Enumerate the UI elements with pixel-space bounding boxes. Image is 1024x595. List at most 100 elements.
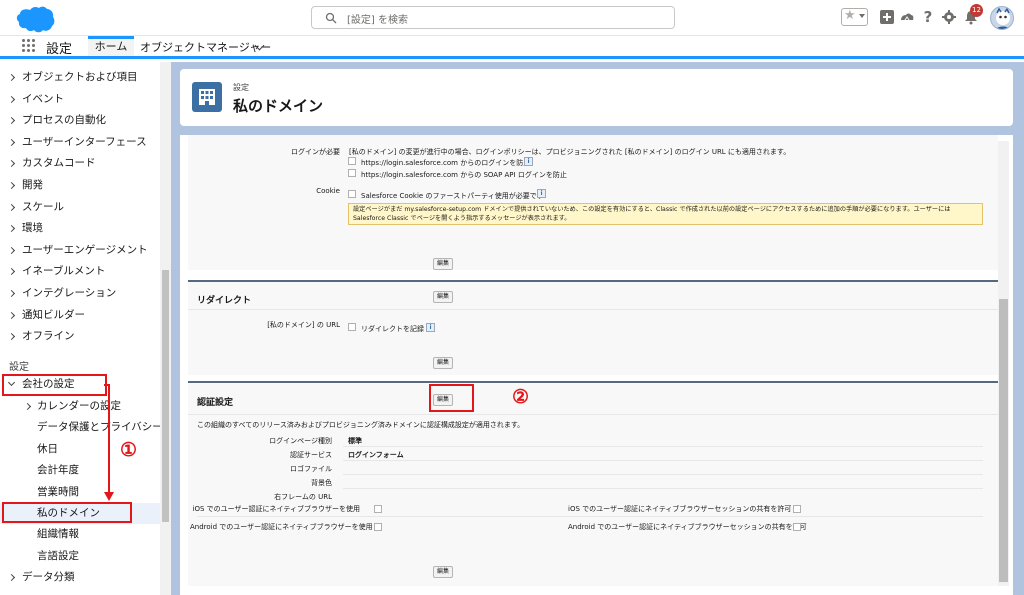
add-icon[interactable] — [879, 9, 895, 25]
chevron-right-icon — [7, 181, 16, 190]
app-name: 設定 — [46, 42, 73, 57]
sidebar-item-label: データ分類 — [22, 571, 75, 583]
login-required-desc: [私のドメイン] の変更が進行中の場合、ログインポリシーは、プロビジョニングされ… — [349, 148, 791, 156]
prevent-soap-label: https://login.salesforce.com からの SOAP AP… — [361, 171, 567, 179]
tab-home[interactable]: ホーム — [88, 36, 134, 56]
sidebar-item-label: ユーザーインターフェース — [22, 135, 147, 148]
sidebar-item[interactable]: 開発 — [0, 175, 160, 196]
settings-panel: ログインが必要 [私のドメイン] の変更が進行中の場合、ログインポリシーは、プロ… — [180, 135, 1013, 595]
panel-scrollbar[interactable] — [998, 141, 1009, 586]
login-required-label: ログインが必要 — [291, 148, 340, 156]
prevent-login-checkbox[interactable] — [348, 157, 356, 165]
android-session-checkbox[interactable] — [793, 523, 801, 531]
sidebar-item-label: 通知ビルダー — [22, 308, 85, 321]
avatar[interactable] — [990, 6, 1014, 30]
annotation-marker-1: ① — [120, 439, 138, 461]
info-icon[interactable]: i — [426, 323, 435, 332]
sidebar-item[interactable]: イネーブルメント — [0, 261, 160, 282]
prevent-login-label: https://login.salesforce.com からのログインを防止 — [361, 159, 531, 167]
info-icon[interactable]: i — [524, 157, 533, 166]
redirect-section: リダイレクト 編集 [私のドメイン] の URL リダイレクトを記録 i 編集 — [188, 280, 998, 375]
prevent-soap-checkbox[interactable] — [348, 169, 356, 177]
app-navigation-bar: 設定 ホーム オブジェクトマネージャー — [0, 36, 1024, 59]
search-icon — [325, 12, 337, 24]
auth-title: 認証設定 — [197, 398, 234, 408]
sidebar-item[interactable]: プロセスの自動化 — [0, 110, 160, 131]
sidebar-item-label: 休日 — [37, 442, 58, 455]
scrollbar-thumb[interactable] — [999, 299, 1008, 582]
cookie-label: Cookie — [316, 187, 340, 195]
sidebar-item-label: スケール — [22, 200, 64, 213]
sidebar-item[interactable]: イベント — [0, 89, 160, 110]
divider — [188, 414, 998, 415]
gear-icon[interactable] — [941, 9, 957, 25]
divider — [343, 446, 983, 447]
cookie-option-label: Salesforce Cookie のファーストパーティ使用が必要です — [361, 192, 544, 200]
sidebar-item-data-classification[interactable]: データ分類 — [0, 567, 160, 588]
sidebar-scrollbar[interactable] — [160, 62, 171, 595]
sidebar-section-label: 設定 — [9, 362, 29, 373]
sidebar-item[interactable]: 通知ビルダー — [0, 305, 160, 326]
sidebar-item-label: 言語設定 — [37, 549, 79, 562]
sidebar-item[interactable]: スケール — [0, 197, 160, 218]
chevron-right-icon — [7, 117, 16, 125]
sidebar-subitem[interactable]: 言語設定 — [0, 546, 160, 567]
sidebar-item[interactable]: オフライン — [0, 326, 160, 347]
cookie-checkbox[interactable] — [348, 190, 356, 198]
sidebar-item-label: 営業時間 — [37, 485, 79, 498]
help-icon[interactable]: ? — [920, 9, 936, 25]
trailhead-icon[interactable] — [899, 9, 915, 25]
sidebar-subitem[interactable]: 組織情報 — [0, 524, 160, 545]
sidebar-item[interactable]: ユーザーインターフェース — [0, 132, 160, 153]
sidebar-item[interactable]: カスタムコード — [0, 153, 160, 174]
info-icon[interactable]: i — [537, 189, 546, 198]
search-placeholder: [設定] を検索 — [347, 15, 408, 26]
sidebar-subitem[interactable]: データ保護とプライバシー — [0, 417, 163, 438]
chevron-right-icon — [7, 225, 16, 233]
app-launcher-icon[interactable] — [22, 39, 36, 53]
favorites-button[interactable]: ★ — [841, 8, 868, 26]
sidebar-subitem[interactable]: カレンダーの設定 — [0, 396, 160, 417]
android-browser-checkbox[interactable] — [374, 523, 382, 531]
ios-session-checkbox[interactable] — [793, 505, 801, 513]
auth-description: この組織のすべてのリリース済みおよびプロビジョニング済みドメインに認証構成設定が… — [197, 421, 525, 429]
policies-edit-button[interactable]: 編集 — [433, 258, 453, 270]
field-value: 標準 — [348, 437, 362, 445]
scrollbar-thumb[interactable] — [162, 270, 169, 522]
ios-browser-checkbox[interactable] — [374, 505, 382, 513]
sidebar-item[interactable]: インテグレーション — [0, 283, 160, 304]
sidebar-item[interactable]: 環境 — [0, 218, 160, 239]
divider — [188, 309, 998, 310]
salesforce-cloud-logo[interactable] — [12, 5, 56, 33]
android-browser-label: Android でのユーザー認証にネイティブブラウザーを使用 — [190, 523, 373, 531]
divider — [343, 460, 983, 461]
ios-browser-label: iOS でのユーザー認証にネイティブブラウザーを使用 — [192, 505, 360, 513]
sidebar-item[interactable]: オブジェクトおよび項目 — [0, 67, 160, 88]
global-search-input[interactable]: [設定] を検索 — [311, 6, 675, 29]
tab-object-manager[interactable]: オブジェクトマネージャー — [140, 39, 271, 55]
sidebar-item-label: カスタムコード — [22, 157, 96, 170]
sidebar-subitem[interactable]: 営業時間 — [0, 482, 160, 503]
log-redirect-label: リダイレクトを記録 — [361, 325, 424, 333]
annotation-highlight-auth-edit — [429, 384, 474, 412]
sidebar-subitem[interactable]: 会計年度 — [0, 460, 160, 481]
sidebar-item-label: オフライン — [22, 330, 75, 343]
breadcrumb: 設定 — [233, 83, 249, 92]
annotation-highlight-company-settings — [2, 374, 107, 396]
annotation-arrow-head — [104, 492, 114, 501]
sidebar-item[interactable]: ユーザーエンゲージメント — [0, 240, 160, 261]
redirect-edit-button[interactable]: 編集 — [433, 291, 453, 303]
redirect-edit-bottom-button[interactable]: 編集 — [433, 357, 453, 369]
annotation-highlight-my-domain — [2, 502, 132, 523]
chevron-right-icon — [7, 311, 16, 319]
warning-message: 設定ページがまだ my.salesforce-setup.com ドメインで提供… — [348, 203, 983, 225]
field-value: ログインフォーム — [348, 451, 404, 459]
log-redirect-checkbox[interactable] — [348, 323, 356, 331]
page-title: 私のドメイン — [233, 97, 324, 115]
field-label: 認証サービス — [290, 451, 332, 459]
chevron-right-icon — [7, 73, 16, 82]
sidebar-item-label: データ保護とプライバシー — [37, 421, 163, 434]
auth-edit-bottom-button[interactable]: 編集 — [433, 566, 453, 578]
policies-section: ログインが必要 [私のドメイン] の変更が進行中の場合、ログインポリシーは、プロ… — [188, 135, 998, 270]
sidebar-item-label: 開発 — [22, 179, 43, 191]
